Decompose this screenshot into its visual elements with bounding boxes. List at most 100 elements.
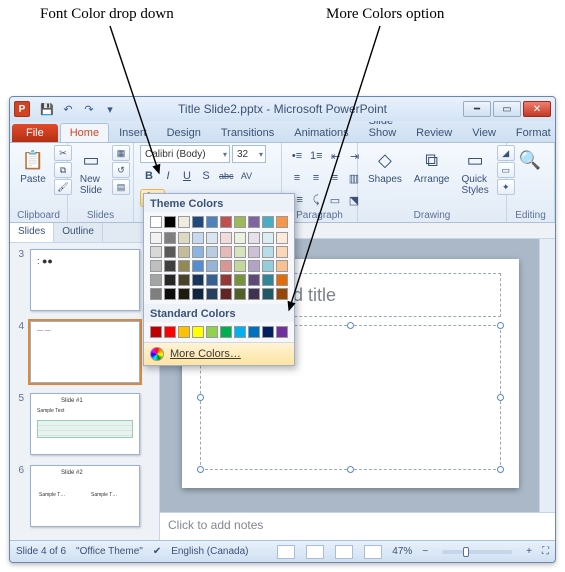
tab-file[interactable]: File: [12, 124, 58, 142]
color-swatch[interactable]: [178, 260, 190, 272]
minimize-button[interactable]: ━: [463, 101, 491, 117]
align-left-button[interactable]: ≡: [288, 169, 306, 187]
color-swatch[interactable]: [220, 326, 232, 338]
align-center-button[interactable]: ≡: [307, 169, 325, 187]
color-swatch[interactable]: [248, 274, 260, 286]
zoom-out-button[interactable]: −: [422, 546, 428, 557]
color-swatch[interactable]: [220, 246, 232, 258]
color-swatch[interactable]: [164, 232, 176, 244]
tab-format[interactable]: Format: [506, 123, 556, 142]
color-swatch[interactable]: [262, 288, 274, 300]
color-swatch[interactable]: [192, 260, 204, 272]
zoom-level[interactable]: 47%: [392, 546, 412, 557]
color-swatch[interactable]: [178, 326, 190, 338]
spellcheck-icon[interactable]: ✔: [153, 546, 161, 557]
color-swatch[interactable]: [248, 288, 260, 300]
color-swatch[interactable]: [150, 274, 162, 286]
qat-customize-icon[interactable]: ▾: [101, 100, 119, 118]
color-swatch[interactable]: [262, 260, 274, 272]
color-swatch[interactable]: [206, 260, 218, 272]
color-swatch[interactable]: [220, 274, 232, 286]
view-sorter-button[interactable]: [306, 545, 324, 559]
color-swatch[interactable]: [262, 216, 274, 228]
underline-button[interactable]: U: [178, 167, 196, 185]
view-reading-button[interactable]: [335, 545, 353, 559]
numbers-button[interactable]: 1≡: [307, 147, 326, 165]
color-swatch[interactable]: [206, 288, 218, 300]
color-swatch[interactable]: [276, 326, 288, 338]
zoom-in-button[interactable]: +: [526, 546, 532, 557]
color-swatch[interactable]: [164, 216, 176, 228]
thumb-row[interactable]: 4 — —: [14, 321, 155, 383]
arrange-button[interactable]: ⧉ Arrange: [410, 145, 454, 187]
color-swatch[interactable]: [234, 216, 246, 228]
align-text-button[interactable]: ▭: [326, 191, 344, 209]
reset-button[interactable]: ↺: [112, 162, 130, 178]
color-swatch[interactable]: [206, 274, 218, 286]
tab-review[interactable]: Review: [406, 123, 462, 142]
color-swatch[interactable]: [206, 232, 218, 244]
color-swatch[interactable]: [220, 288, 232, 300]
qat-undo-icon[interactable]: ↶: [59, 100, 77, 118]
color-swatch[interactable]: [192, 216, 204, 228]
color-swatch[interactable]: [234, 326, 246, 338]
new-slide-button[interactable]: ▭ New Slide: [74, 145, 108, 198]
color-swatch[interactable]: [234, 232, 246, 244]
layout-button[interactable]: ▦: [112, 145, 130, 161]
color-swatch[interactable]: [248, 326, 260, 338]
color-swatch[interactable]: [178, 274, 190, 286]
color-swatch[interactable]: [164, 288, 176, 300]
color-swatch[interactable]: [178, 246, 190, 258]
color-swatch[interactable]: [164, 274, 176, 286]
color-swatch[interactable]: [206, 246, 218, 258]
color-swatch[interactable]: [248, 216, 260, 228]
tab-animations[interactable]: Animations: [284, 123, 358, 142]
editing-button[interactable]: 🔍: [513, 145, 547, 175]
color-swatch[interactable]: [220, 260, 232, 272]
indent-dec-button[interactable]: ⇤: [327, 147, 345, 165]
more-colors-option[interactable]: More Colors…: [144, 342, 294, 365]
color-swatch[interactable]: [192, 246, 204, 258]
shapes-button[interactable]: ◇ Shapes: [364, 145, 406, 187]
slide-thumbnail[interactable]: : ●●: [30, 249, 140, 311]
color-swatch[interactable]: [234, 260, 246, 272]
close-button[interactable]: ✕: [523, 101, 551, 117]
color-swatch[interactable]: [192, 288, 204, 300]
quick-styles-button[interactable]: ▭ Quick Styles: [458, 145, 493, 198]
tab-view[interactable]: View: [462, 123, 506, 142]
text-direction-button[interactable]: ⤹: [307, 191, 325, 209]
tab-home[interactable]: Home: [60, 123, 109, 142]
color-swatch[interactable]: [276, 260, 288, 272]
color-swatch[interactable]: [276, 246, 288, 258]
color-swatch[interactable]: [150, 246, 162, 258]
paste-button[interactable]: 📋 Paste: [16, 145, 50, 187]
color-swatch[interactable]: [234, 288, 246, 300]
pane-tab-outline[interactable]: Outline: [54, 223, 103, 242]
color-swatch[interactable]: [248, 260, 260, 272]
color-swatch[interactable]: [220, 216, 232, 228]
color-swatch[interactable]: [206, 326, 218, 338]
thumb-row[interactable]: 3 : ●●: [14, 249, 155, 311]
qat-save-icon[interactable]: 💾: [38, 100, 56, 118]
color-swatch[interactable]: [150, 232, 162, 244]
vertical-scrollbar[interactable]: [539, 239, 555, 512]
zoom-slider[interactable]: [442, 550, 512, 554]
tab-insert[interactable]: Insert: [109, 123, 157, 142]
color-swatch[interactable]: [164, 260, 176, 272]
bold-button[interactable]: B: [140, 167, 158, 185]
section-button[interactable]: ▤: [112, 179, 130, 195]
notes-pane[interactable]: Click to add notes: [160, 512, 555, 540]
color-swatch[interactable]: [276, 216, 288, 228]
thumbnail-list[interactable]: 3 : ●● 4 — — 5 Slide #1 Sample Text: [10, 243, 159, 540]
slide-thumbnail[interactable]: Slide #2 Sample T… Sample T…: [30, 465, 140, 527]
font-size-combo[interactable]: 32: [232, 145, 266, 163]
shadow-button[interactable]: S: [197, 167, 215, 185]
italic-button[interactable]: I: [159, 167, 177, 185]
tab-design[interactable]: Design: [157, 123, 211, 142]
align-right-button[interactable]: ≡: [326, 169, 344, 187]
color-swatch[interactable]: [234, 274, 246, 286]
view-normal-button[interactable]: [277, 545, 295, 559]
slide-thumbnail-selected[interactable]: — —: [30, 321, 140, 383]
qat-redo-icon[interactable]: ↷: [80, 100, 98, 118]
thumb-row[interactable]: 6 Slide #2 Sample T… Sample T…: [14, 465, 155, 527]
